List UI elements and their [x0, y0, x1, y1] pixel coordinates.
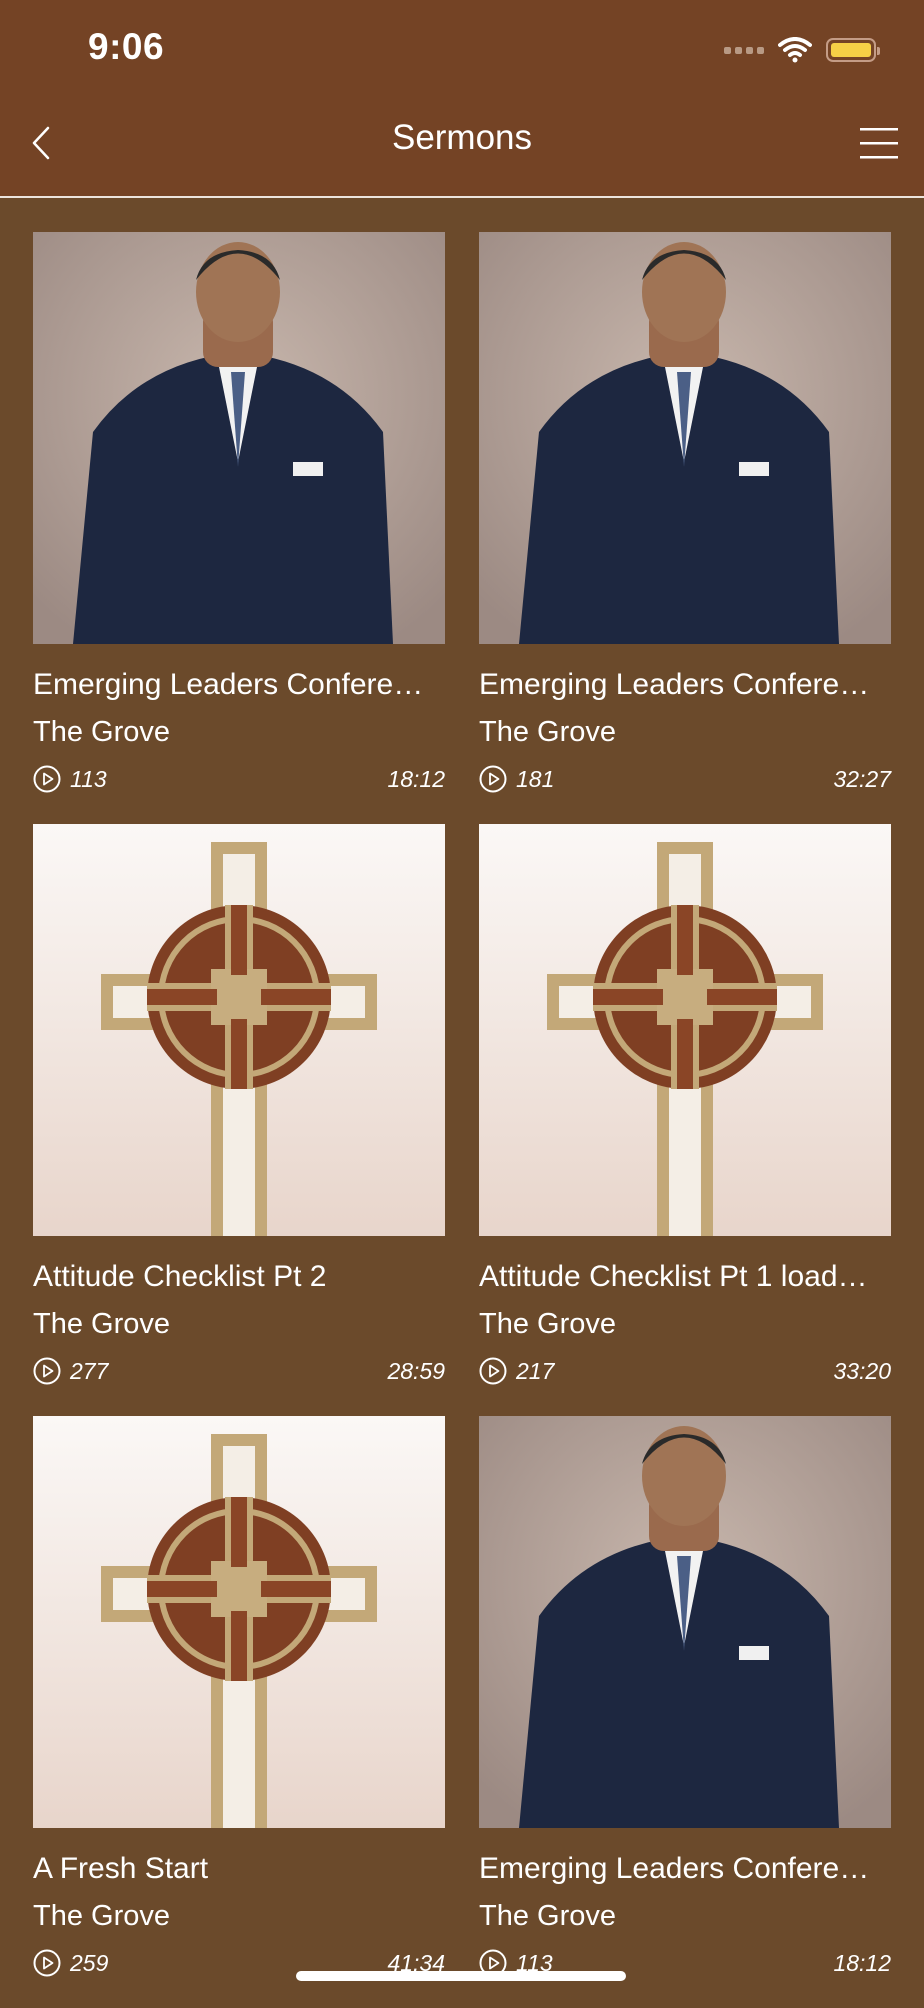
- sermon-card[interactable]: A Fresh Start The Grove 259 41:34: [33, 1416, 445, 2008]
- sermon-duration: 18:12: [387, 765, 445, 792]
- sermon-speaker: The Grove: [33, 716, 170, 748]
- nav-bar: Sermons: [0, 100, 924, 198]
- sermon-speaker: The Grove: [479, 716, 616, 748]
- play-count: 277: [70, 1357, 109, 1384]
- sermon-speaker: The Grove: [33, 1308, 170, 1340]
- hamburger-menu-icon[interactable]: [854, 118, 904, 168]
- play-count: 181: [516, 765, 555, 792]
- sermon-meta: 181 32:27: [479, 762, 891, 796]
- sermon-speaker: The Grove: [479, 1308, 616, 1340]
- sermon-card[interactable]: Attitude Checklist Pt 1 load… The Grove 21…: [479, 824, 891, 1416]
- sermon-thumbnail-cross-logo[interactable]: [33, 1416, 445, 1828]
- play-count: 217: [516, 1357, 555, 1384]
- sermon-title[interactable]: A Fresh Start: [33, 1852, 445, 1886]
- page-title: Sermons: [391, 118, 533, 157]
- sermon-title[interactable]: Emerging Leaders Confere…: [479, 668, 891, 702]
- sermon-meta: 113 18:12: [33, 762, 445, 796]
- sermon-meta: 217 33:20: [479, 1354, 891, 1388]
- play-circle-icon: [33, 765, 61, 793]
- status-bar: 9:06: [0, 0, 924, 100]
- sermon-thumbnail-pastor-photo[interactable]: [479, 232, 891, 644]
- sermon-duration: 33:20: [833, 1357, 891, 1384]
- play-circle-icon: [33, 1357, 61, 1385]
- sermon-duration: 28:59: [387, 1357, 445, 1384]
- sermon-title[interactable]: Emerging Leaders Confere…: [33, 668, 445, 702]
- sermon-card[interactable]: Emerging Leaders Confere… The Grove 181 32:…: [479, 232, 891, 824]
- sermon-title[interactable]: Attitude Checklist Pt 1 load…: [479, 1260, 891, 1294]
- sermon-grid: Emerging Leaders Confere… The Grove 113 18:…: [33, 232, 891, 2008]
- sermon-speaker: The Grove: [479, 1900, 616, 1932]
- sermon-card[interactable]: Emerging Leaders Confere… The Grove 113 18:…: [479, 1416, 891, 2008]
- sermon-thumbnail-pastor-photo[interactable]: [33, 232, 445, 644]
- battery-icon: [826, 38, 880, 62]
- play-circle-icon: [479, 1357, 507, 1385]
- home-indicator[interactable]: [296, 1971, 626, 1981]
- sermon-thumbnail-cross-logo[interactable]: [479, 824, 891, 1236]
- sermon-card[interactable]: Emerging Leaders Confere… The Grove 113 18:…: [33, 232, 445, 824]
- play-circle-icon: [479, 765, 507, 793]
- status-time: 9:06: [88, 26, 165, 67]
- play-circle-icon: [33, 1949, 61, 1977]
- status-icons: [724, 34, 880, 66]
- sermon-card[interactable]: Attitude Checklist Pt 2 The Grove 277 28:59: [33, 824, 445, 1416]
- sermon-title[interactable]: Emerging Leaders Confere…: [479, 1852, 891, 1886]
- sermon-title[interactable]: Attitude Checklist Pt 2: [33, 1260, 445, 1294]
- play-count: 113: [70, 765, 107, 792]
- sermon-speaker: The Grove: [33, 1900, 170, 1932]
- sermon-thumbnail-cross-logo[interactable]: [33, 824, 445, 1236]
- wifi-icon: [778, 37, 812, 63]
- sermon-meta: 277 28:59: [33, 1354, 445, 1388]
- sermon-duration: 18:12: [833, 1949, 891, 1976]
- sermon-thumbnail-pastor-photo[interactable]: [479, 1416, 891, 1828]
- sermon-duration: 32:27: [833, 765, 891, 792]
- cellular-signal-icon: [724, 46, 764, 54]
